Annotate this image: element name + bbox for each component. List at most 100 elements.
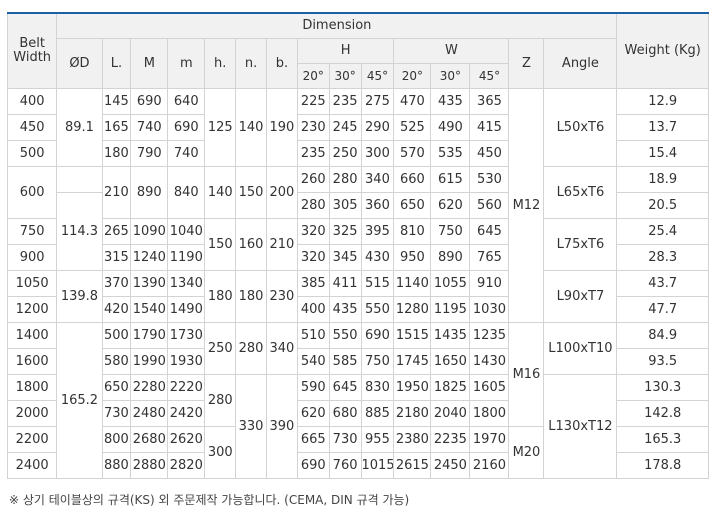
- header-small-m: m: [167, 38, 206, 89]
- cell-belt-width: 1050: [6, 270, 58, 297]
- cell-l: 370: [101, 270, 132, 297]
- table-row: 600 210 890 840 140 150 200 260 280 340 …: [6, 166, 709, 219]
- cell-small-m: 2220: [167, 374, 206, 401]
- cell-weight: 142.8: [616, 400, 709, 427]
- cell-h-20: 230: [296, 114, 330, 141]
- cell-w-30: 1650: [430, 348, 471, 375]
- cell-b: 230: [265, 270, 298, 323]
- cell-small-m: 2420: [167, 400, 206, 427]
- cell-n: 180: [235, 270, 267, 323]
- cell-w-20: 2180: [393, 400, 432, 427]
- cell-small-m: 2820: [167, 452, 206, 479]
- cell-h-45: 550: [360, 296, 395, 323]
- cell-h-45: 830: [360, 374, 395, 401]
- cell-w-30: 490: [430, 114, 471, 141]
- cell-belt-width: 900: [6, 244, 58, 271]
- cell-b: 200: [265, 166, 298, 219]
- cell-w-20: 810: [393, 218, 432, 245]
- cell-h-30: 411: [328, 270, 362, 297]
- cell-h-45: 275: [360, 88, 395, 115]
- cell-weight: 93.5: [616, 348, 709, 375]
- cell-belt-width: 2200: [6, 426, 58, 453]
- cell-h-20: 665: [296, 426, 330, 453]
- cell-w-20: 660: [393, 166, 432, 193]
- cell-w-30: 620: [430, 192, 471, 219]
- table-row: 750 265 1090 1040 150 160 210 320 325 39…: [6, 218, 709, 271]
- cell-w-30: 1055: [430, 270, 471, 297]
- cell-od: 165.2: [56, 322, 103, 479]
- header-angle: Angle: [543, 38, 618, 89]
- cell-w-20: 950: [393, 244, 432, 271]
- cell-weight: 178.8: [616, 452, 709, 479]
- header-big-h: H: [296, 38, 395, 64]
- cell-w-30: 615: [430, 166, 471, 193]
- cell-w-30: 2235: [430, 426, 471, 453]
- cell-small-h: 300: [204, 426, 237, 479]
- cell-weight: 84.9: [616, 322, 709, 349]
- cell-w-45: 1235: [469, 322, 510, 349]
- cell-belt-width: 1400: [6, 322, 58, 349]
- cell-big-m: 1790: [130, 322, 169, 349]
- cell-weight: 20.5: [616, 192, 709, 219]
- cell-w-30: 750: [430, 218, 471, 245]
- cell-h-45: 360: [360, 192, 395, 219]
- cell-small-h: 150: [204, 218, 237, 271]
- cell-h-20: 400: [296, 296, 330, 323]
- cell-h-45: 750: [360, 348, 395, 375]
- cell-small-h: 250: [204, 322, 237, 375]
- cell-w-45: 1430: [469, 348, 510, 375]
- header-big-w: W: [393, 38, 510, 64]
- cell-h-20: 620: [296, 400, 330, 427]
- cell-small-m: 1930: [167, 348, 206, 375]
- cell-l: 265: [101, 218, 132, 245]
- cell-w-20: 525: [393, 114, 432, 141]
- header-b: b.: [265, 38, 298, 89]
- header-h-45: 45°: [360, 63, 395, 89]
- cell-small-m: 1040: [167, 218, 206, 245]
- cell-weight: 47.7: [616, 296, 709, 323]
- cell-small-m: 640: [167, 88, 206, 115]
- cell-small-h: 280: [204, 374, 237, 427]
- cell-belt-width: 600: [6, 166, 58, 219]
- cell-n: 160: [235, 218, 267, 271]
- cell-h-20: 280: [296, 192, 330, 219]
- cell-big-m: 1090: [130, 218, 169, 245]
- cell-h-20: 690: [296, 452, 330, 479]
- cell-big-m: 1390: [130, 270, 169, 297]
- cell-belt-width: 1600: [6, 348, 58, 375]
- cell-l: 730: [101, 400, 132, 427]
- cell-w-20: 1280: [393, 296, 432, 323]
- table-row: 1050 139.8 370 1390 1340 180 180 230 385…: [6, 270, 709, 323]
- cell-w-45: 1605: [469, 374, 510, 401]
- cell-angle: L65xT6: [543, 166, 618, 219]
- cell-w-45: 1800: [469, 400, 510, 427]
- cell-h-30: 235: [328, 88, 362, 115]
- cell-w-30: 1825: [430, 374, 471, 401]
- cell-l: 315: [101, 244, 132, 271]
- cell-weight: 18.9: [616, 166, 709, 193]
- cell-small-m: 740: [167, 140, 206, 167]
- cell-small-h: 125: [204, 88, 237, 167]
- cell-l: 210: [101, 166, 132, 219]
- cell-w-20: 570: [393, 140, 432, 167]
- cell-big-m: 2480: [130, 400, 169, 427]
- cell-angle: L100xT10: [543, 322, 618, 375]
- cell-h-30: 645: [328, 374, 362, 401]
- cell-od-blank: [56, 166, 103, 193]
- cell-w-20: 1745: [393, 348, 432, 375]
- cell-n: 150: [235, 166, 267, 219]
- cell-od: 114.3: [56, 192, 103, 271]
- cell-h-45: 395: [360, 218, 395, 245]
- cell-h-30: 245: [328, 114, 362, 141]
- cell-big-m: 1540: [130, 296, 169, 323]
- cell-h-30: 680: [328, 400, 362, 427]
- cell-h-30: 345: [328, 244, 362, 271]
- cell-h-20: 320: [296, 244, 330, 271]
- header-l: L.: [101, 38, 132, 89]
- cell-h-30: 550: [328, 322, 362, 349]
- cell-h-30: 760: [328, 452, 362, 479]
- cell-big-m: 790: [130, 140, 169, 167]
- cell-belt-width: 500: [6, 140, 58, 167]
- cell-small-h: 180: [204, 270, 237, 323]
- header-n: n.: [235, 38, 267, 89]
